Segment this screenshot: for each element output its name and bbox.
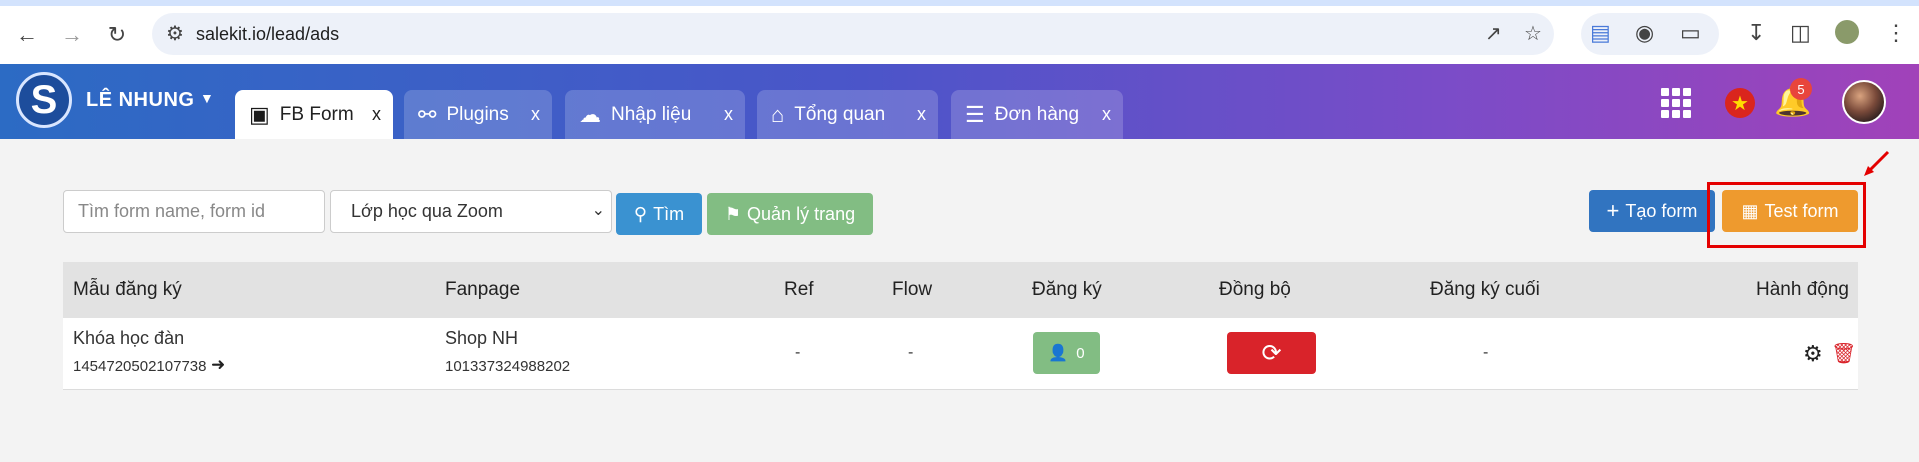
tab-label: Nhập liệu [611, 103, 692, 125]
page-select-value: Lớp học qua Zoom [351, 201, 503, 221]
manage-pages-button[interactable]: ⚑ Quản lý trang [707, 193, 873, 235]
col-header-flow: Flow [892, 279, 933, 300]
home-icon: ⌂ [771, 101, 785, 127]
create-form-button[interactable]: + Tạo form [1589, 190, 1715, 232]
flow-value: - [908, 344, 914, 361]
notification-badge: 5 [1790, 78, 1812, 100]
open-external-icon[interactable]: ↗ [1485, 21, 1502, 46]
tab-close-icon[interactable]: x [531, 104, 540, 125]
url-text[interactable]: salekit.io/lead/ads [196, 24, 339, 45]
forward-icon[interactable]: → [55, 18, 89, 52]
tab-label: Plugins [446, 103, 509, 125]
chevron-down-icon: ⌄ [591, 202, 605, 219]
sidebar-icon[interactable]: ◫ [1790, 20, 1811, 46]
user-avatar[interactable] [1842, 80, 1886, 124]
col-header-fanpage: Fanpage [445, 279, 521, 300]
forms-table: Mẫu đăng ký Fanpage Ref Flow Đăng ký Đồn… [63, 262, 1858, 390]
find-button[interactable]: ⚲ Tìm [616, 193, 702, 235]
browser-toolbar: ← → ↻ ⚙ salekit.io/lead/ads ↗ ☆ ▤ ◉ ▭ ↧ … [0, 6, 1919, 64]
form-name[interactable]: Khóa học đàn [73, 328, 184, 349]
tab-close-icon[interactable]: x [1102, 104, 1111, 125]
arrow-right-icon[interactable]: ➜ [211, 355, 225, 375]
puzzle-icon[interactable]: ▭ [1680, 20, 1701, 46]
app-header: S LÊ NHUNG ▼ ▣ FB Form x ⚯ Plugins x ☁ N… [0, 64, 1919, 139]
tab-close-icon[interactable]: x [372, 104, 381, 125]
caret-down-icon[interactable]: ▼ [200, 90, 214, 106]
reload-icon[interactable]: ↻ [100, 18, 134, 52]
plus-icon: + [1606, 198, 1620, 223]
find-label: Tìm [653, 203, 685, 224]
table-row: Khóa học đàn 1454720502107738 ➜ Shop NH … [63, 318, 1858, 390]
user-name[interactable]: LÊ NHUNG [86, 89, 194, 112]
camera-icon[interactable]: ◉ [1635, 20, 1654, 46]
tab-label: FB Form [279, 103, 354, 125]
col-header-last-registration: Đăng ký cuối [1430, 279, 1540, 300]
cloud-upload-icon: ☁ [579, 101, 601, 127]
profile-avatar-icon[interactable] [1835, 20, 1859, 44]
fanpage-name: Shop NH [445, 328, 519, 348]
tab-plugins[interactable]: ⚯ Plugins x [404, 90, 552, 139]
last-registration-value: - [1483, 344, 1489, 361]
highlight-box [1707, 182, 1866, 248]
fanpage-id: 101337324988202 [445, 358, 571, 375]
extension-icon[interactable]: ▤ [1590, 20, 1611, 46]
vietnam-flag-icon[interactable]: ★ [1725, 88, 1755, 118]
ref-value: - [795, 344, 801, 361]
tab-fb-form[interactable]: ▣ FB Form x [235, 90, 393, 139]
tab-nhap-lieu[interactable]: ☁ Nhập liệu x [565, 90, 745, 139]
registrations-count: 0 [1076, 344, 1085, 362]
tab-don-hang[interactable]: ☰ Đơn hàng x [951, 90, 1123, 139]
col-header-form: Mẫu đăng ký [73, 279, 182, 300]
plug-icon: ⚯ [418, 101, 437, 127]
gear-icon[interactable]: ⚙ [1803, 341, 1823, 367]
search-input[interactable] [63, 190, 325, 233]
tab-tong-quan[interactable]: ⌂ Tổng quan x [757, 90, 938, 139]
create-form-label: Tạo form [1625, 200, 1698, 221]
col-header-ref: Ref [784, 279, 814, 300]
sync-button[interactable]: ⟳ [1227, 332, 1316, 374]
site-settings-icon[interactable]: ⚙ [166, 21, 184, 46]
col-header-sync: Đồng bộ [1219, 279, 1291, 300]
download-icon[interactable]: ↧ [1747, 20, 1765, 46]
form-id: 1454720502107738 [73, 358, 207, 375]
registrations-button[interactable]: 👤 0 [1033, 332, 1100, 374]
trash-icon[interactable]: 🗑 [1831, 341, 1856, 366]
tab-label: Tổng quan [794, 103, 886, 125]
sync-icon: ⟳ [1261, 339, 1282, 367]
tab-close-icon[interactable]: x [917, 104, 926, 125]
col-header-registrations: Đăng ký [1032, 279, 1102, 300]
facebook-icon: ▣ [249, 101, 270, 127]
col-header-actions: Hành động [1756, 279, 1849, 300]
address-bar[interactable]: ⚙ salekit.io/lead/ads ↗ ☆ [152, 13, 1554, 55]
user-icon: 👤 [1048, 345, 1069, 362]
tab-label: Đơn hàng [994, 103, 1080, 125]
flag-icon: ⚑ [724, 203, 742, 224]
menu-dots-icon[interactable]: ⋮ [1885, 20, 1907, 46]
back-icon[interactable]: ← [10, 18, 44, 52]
tab-close-icon[interactable]: x [724, 104, 733, 125]
annotation-arrow-icon [1864, 150, 1890, 176]
apps-grid-icon[interactable] [1661, 88, 1691, 118]
list-icon: ☰ [965, 101, 985, 127]
page-select[interactable]: Lớp học qua Zoom ⌄ [330, 190, 612, 233]
search-icon: ⚲ [633, 203, 648, 224]
bookmark-star-icon[interactable]: ☆ [1524, 21, 1542, 46]
table-header: Mẫu đăng ký Fanpage Ref Flow Đăng ký Đồn… [63, 262, 1858, 318]
salekit-logo[interactable]: S [16, 72, 72, 128]
manage-pages-label: Quản lý trang [747, 203, 856, 224]
